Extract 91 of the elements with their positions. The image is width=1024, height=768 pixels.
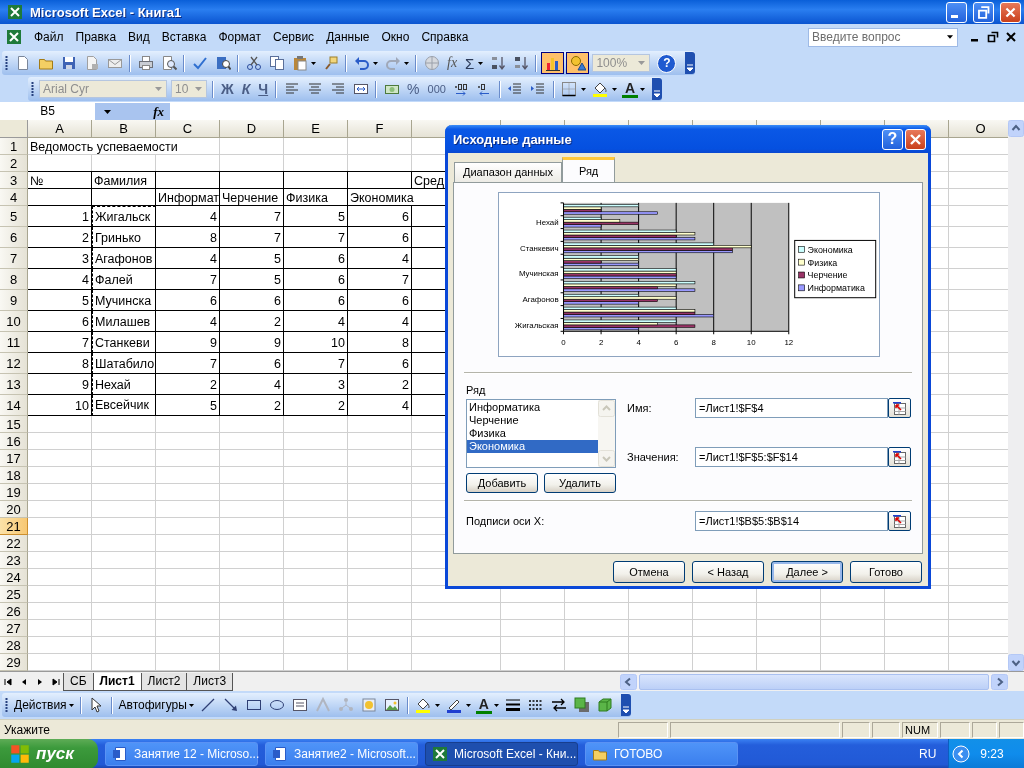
table-cell-text: 6 xyxy=(401,208,410,226)
table-cell-text: 2 xyxy=(337,397,346,415)
table-cell-text: 2 xyxy=(273,313,282,331)
table-cell-text: 4 xyxy=(401,250,410,268)
table-cell-text: 6 xyxy=(273,292,282,310)
axis-label: Мучинская xyxy=(518,269,559,279)
table-cell-text: 9 xyxy=(81,376,90,394)
axis-tick-label: 10 xyxy=(746,338,756,348)
table-cell-text: 5 xyxy=(81,292,90,310)
table-cell-text: 7 xyxy=(401,271,410,289)
table-cell-text: 6 xyxy=(337,271,346,289)
axis-label: Станкевич xyxy=(519,243,559,253)
series-label: Ряд xyxy=(466,384,487,396)
table-cell-text: Физика xyxy=(285,189,329,206)
table-cell-text: 7 xyxy=(337,229,346,247)
table-cell-text: 6 xyxy=(401,229,410,247)
clock: 9:23 xyxy=(980,747,1004,761)
axis-tick-label: 0 xyxy=(561,338,566,348)
num-lock-indicator: NUM xyxy=(902,721,938,738)
table-cell-text: 6 xyxy=(273,355,282,373)
table-cell-text: 2 xyxy=(81,229,90,247)
table-cell-text: Экономика xyxy=(349,189,415,206)
table-cell: Шатабило xyxy=(92,353,156,374)
table-cell-text: 6 xyxy=(401,355,410,373)
axis-label: Жигальская xyxy=(514,320,559,330)
table-cell-text: 6 xyxy=(209,292,218,310)
table-cell-text: 3 xyxy=(337,376,346,394)
table-cell: Жигальск xyxy=(92,206,156,227)
table-cell: Милашев xyxy=(92,311,156,332)
table-cell-text: 8 xyxy=(209,229,218,247)
table-cell-text: 9 xyxy=(209,334,218,352)
axis-tick-label: 4 xyxy=(636,338,641,348)
legend-label: Черчение xyxy=(807,270,848,281)
axis-tick-label: 8 xyxy=(711,338,716,348)
axis-labels-label: Подписи оси X: xyxy=(466,515,546,527)
table-cell-text: 8 xyxy=(401,334,410,352)
table-cell-text: 5 xyxy=(273,271,282,289)
table-cell-text: 7 xyxy=(273,229,282,247)
table-cell-text: 4 xyxy=(337,313,346,331)
table-cell-text: 5 xyxy=(209,397,218,415)
table-cell-text: Черчение xyxy=(221,189,280,206)
name-label: Имя: xyxy=(627,402,653,414)
table-cell-text: 4 xyxy=(209,208,218,226)
table-cell-text: Ведомость успеваемости xyxy=(29,138,179,155)
table-cell-text: 10 xyxy=(330,334,346,352)
table-cell-text: 7 xyxy=(337,355,346,373)
table-cell-text: 6 xyxy=(81,313,90,331)
table-cell-text: 7 xyxy=(273,208,282,226)
legend-label: Экономика xyxy=(807,244,853,255)
table-cell: Агафонов xyxy=(92,248,156,269)
table-cell-text: 2 xyxy=(273,397,282,415)
axis-tick-label: 2 xyxy=(598,338,604,348)
table-cell-text: 7 xyxy=(81,334,90,352)
table-cell-text: Фамилия xyxy=(93,172,149,189)
table-cell: Гринько xyxy=(92,227,156,248)
axis-tick-label: 12 xyxy=(784,338,794,348)
table-cell-text: 4 xyxy=(81,271,90,289)
table-cell-text: 4 xyxy=(401,397,410,415)
table-cell: Станкеви xyxy=(92,332,156,353)
table-cell-text: 4 xyxy=(209,250,218,268)
legend-label: Информатика xyxy=(807,283,865,294)
table-cell: Мучинска xyxy=(92,290,156,311)
table-cell-text: 4 xyxy=(209,313,218,331)
window-title: Microsoft Excel - Книга1 xyxy=(30,4,182,20)
dialog-title: Исходные данные xyxy=(453,131,572,147)
table-cell-text: 6 xyxy=(337,250,346,268)
table-cell-text: 7 xyxy=(209,271,218,289)
table-cell-text: 3 xyxy=(81,250,90,268)
values-label: Значения: xyxy=(627,451,680,463)
table-cell-text: 7 xyxy=(209,355,218,373)
table-cell-text: Информат xyxy=(157,189,220,206)
table-cell-text: 4 xyxy=(273,376,282,394)
table-cell: Нехай xyxy=(92,374,156,395)
table-cell-text: 10 xyxy=(74,397,90,415)
table-cell-text: № xyxy=(29,172,45,189)
table-cell-text: 2 xyxy=(209,376,218,394)
table-cell-text: 5 xyxy=(273,250,282,268)
legend-label: Физика xyxy=(807,257,838,268)
status-text: Укажите xyxy=(4,722,51,737)
table-cell-text: 6 xyxy=(401,292,410,310)
table-cell-text: 5 xyxy=(337,208,346,226)
table-cell: Фалей xyxy=(92,269,156,290)
table-cell-text: 6 xyxy=(337,292,346,310)
axis-label: Агафонов xyxy=(522,295,559,305)
table-cell-text: 1 xyxy=(81,208,90,226)
axis-label: Нехай xyxy=(536,218,559,228)
table-cell-text: 9 xyxy=(273,334,282,352)
table-cell-text: 2 xyxy=(401,376,410,394)
table-cell-text: 8 xyxy=(81,355,90,373)
table-cell-text: 4 xyxy=(401,313,410,331)
axis-tick-label: 6 xyxy=(673,338,679,348)
